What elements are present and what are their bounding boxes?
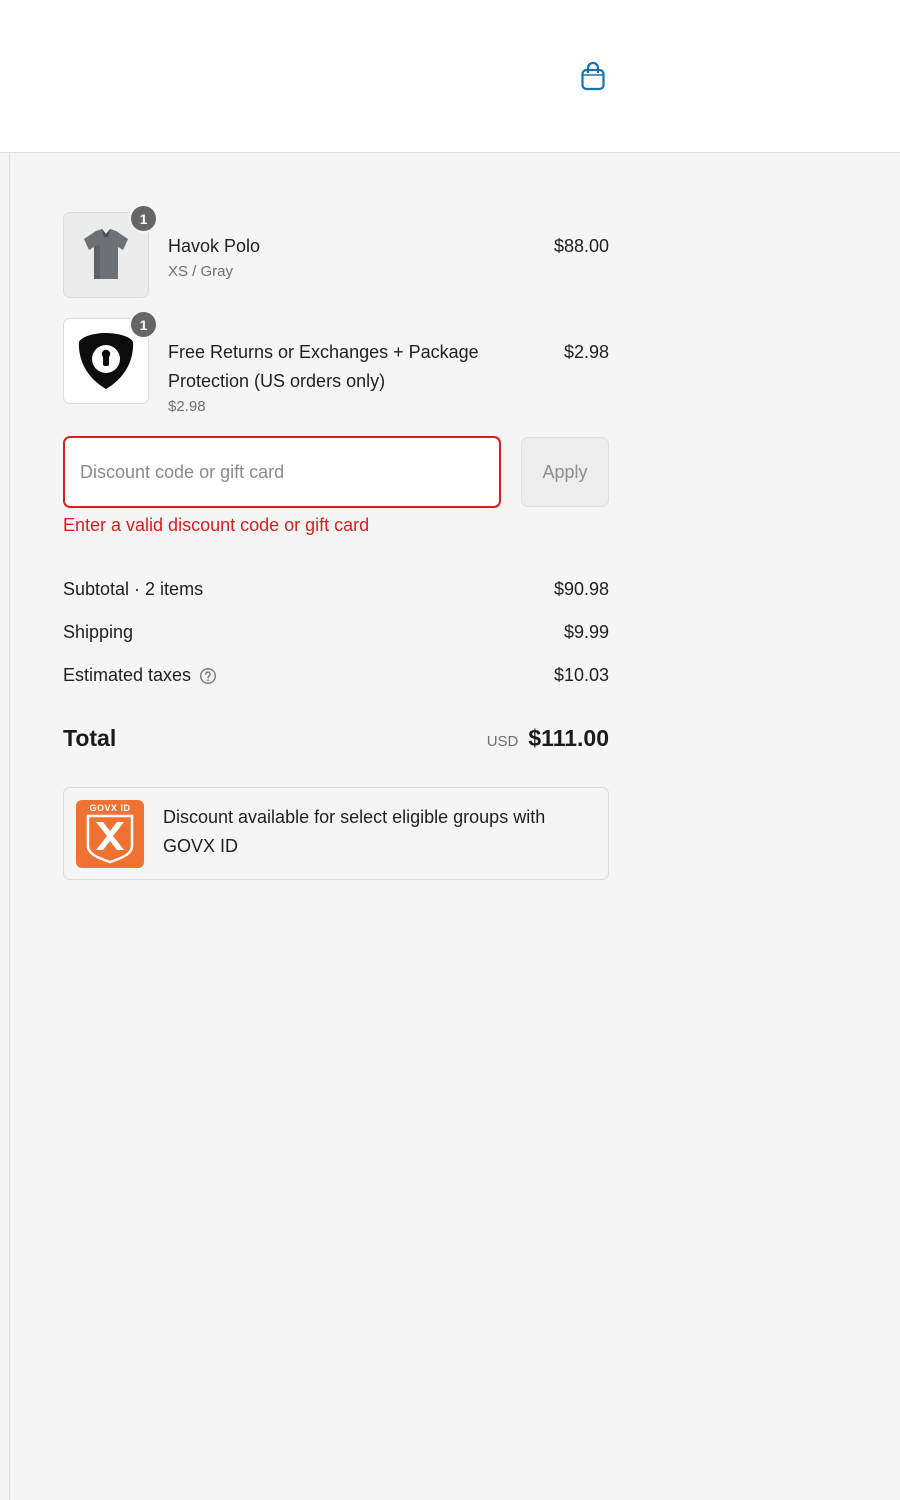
- order-summary: 1 Havok Polo XS / Gray $88.00 1 Free Ret…: [63, 204, 609, 880]
- total-value: $111.00: [528, 724, 609, 751]
- polo-shirt-image: [84, 229, 128, 279]
- total-amount-group: USD $111.00: [487, 725, 609, 752]
- help-icon[interactable]: [199, 667, 217, 685]
- total-label: Total: [63, 724, 117, 751]
- cart-button[interactable]: [578, 60, 608, 92]
- currency-code: USD: [486, 732, 519, 750]
- item-variant: XS / Gray: [168, 263, 234, 280]
- discount-error-message: Enter a valid discount code or gift card: [63, 515, 370, 535]
- taxes-row: Estimated taxes $10.03: [63, 654, 609, 697]
- checkout-header: [0, 0, 900, 153]
- discount-row: Apply: [63, 436, 609, 508]
- item-price: $88.00: [553, 236, 609, 256]
- shipping-value: $9.99: [563, 622, 609, 642]
- quantity-badge: 1: [129, 204, 158, 233]
- taxes-label: Estimated taxes: [63, 665, 192, 685]
- taxes-label-group: Estimated taxes: [63, 665, 217, 686]
- item-price: $2.98: [563, 342, 609, 362]
- subtotal-value: $90.98: [553, 579, 609, 599]
- item-info: Free Returns or Exchanges + Package Prot…: [168, 338, 498, 415]
- subtotal-label: Subtotal · 2 items: [63, 579, 204, 599]
- govx-logo: GOVX ID: [76, 800, 144, 868]
- shield-lock-icon: [78, 333, 134, 389]
- shipping-label: Shipping: [63, 622, 134, 642]
- govx-message: Discount available for select eligible g…: [163, 807, 546, 856]
- discount-code-input[interactable]: [63, 436, 501, 508]
- item-name: Havok Polo: [168, 236, 261, 256]
- line-item: 1 Free Returns or Exchanges + Package Pr…: [63, 310, 609, 415]
- line-item: 1 Havok Polo XS / Gray $88.00: [63, 204, 609, 300]
- taxes-value: $10.03: [553, 665, 609, 685]
- subtotal-row: Subtotal · 2 items $90.98: [63, 568, 609, 611]
- column-divider: [9, 153, 10, 1500]
- apply-button[interactable]: Apply: [521, 437, 609, 507]
- shipping-row: Shipping $9.99: [63, 611, 609, 654]
- totals-section: Subtotal · 2 items $90.98 Shipping $9.99…: [63, 568, 609, 759]
- quantity-badge: 1: [129, 310, 158, 339]
- item-unit-price: $2.98: [168, 398, 206, 415]
- total-row: Total USD $111.00: [63, 717, 609, 759]
- shopping-bag-icon: [581, 61, 605, 91]
- item-info: Havok Polo XS / Gray: [168, 232, 498, 280]
- item-name: Free Returns or Exchanges + Package Prot…: [168, 342, 479, 391]
- govx-discount-card[interactable]: GOVX ID Discount available for select el…: [63, 787, 609, 880]
